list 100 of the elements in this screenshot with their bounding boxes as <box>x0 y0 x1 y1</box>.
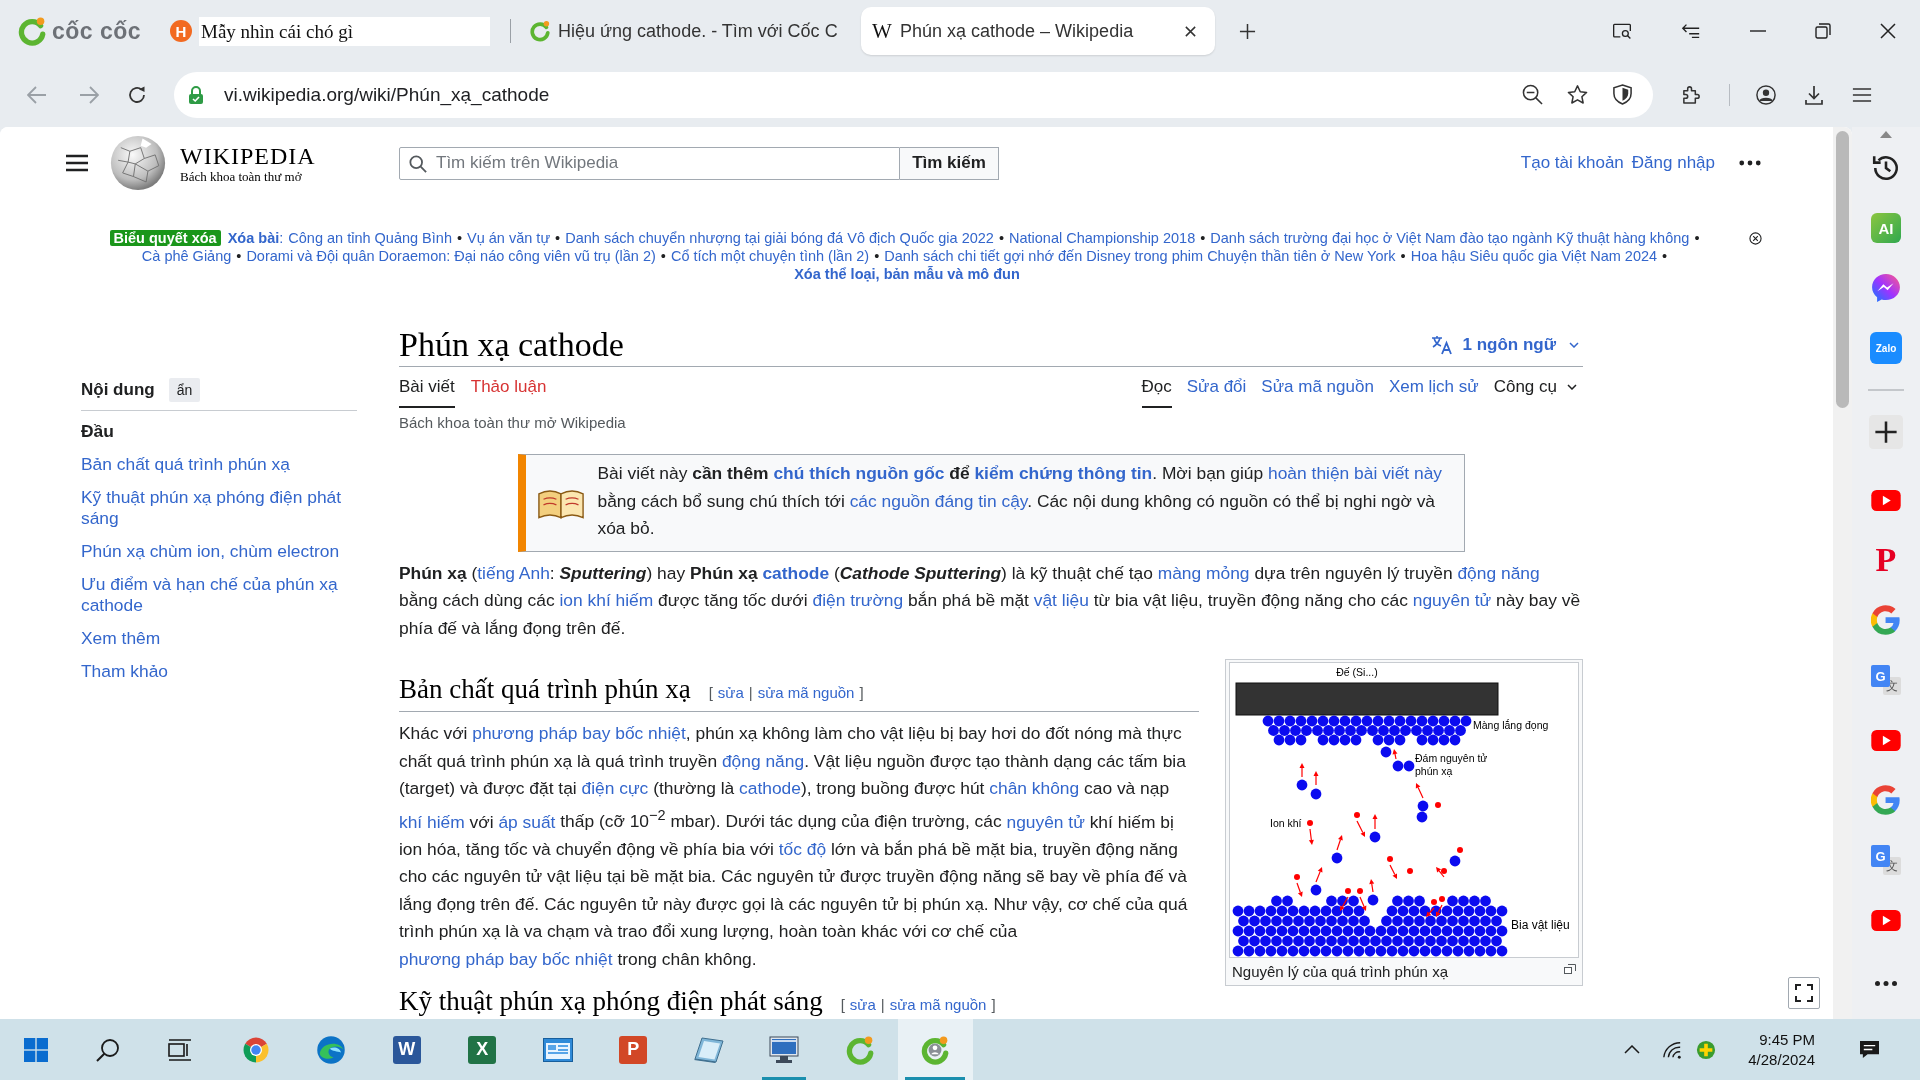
enlarge-icon[interactable] <box>1564 964 1576 974</box>
toc-item[interactable]: Xem thêm <box>81 628 357 649</box>
user-link[interactable]: Đăng nhập <box>1631 153 1715 173</box>
toc-item[interactable]: Bản chất quá trình phún xạ <box>81 454 357 475</box>
article-link[interactable]: động năng <box>721 750 805 771</box>
more-icon[interactable] <box>1875 980 1897 986</box>
article-link[interactable]: động năng <box>1457 562 1540 583</box>
tab-title-field[interactable]: Mẫy nhìn cái chó gì <box>199 16 490 46</box>
hide-button[interactable]: ẩn <box>168 378 201 402</box>
fullscreen-button[interactable] <box>1788 977 1820 1009</box>
add-icon[interactable] <box>1869 415 1903 449</box>
banner-link[interactable]: National Championship 2018 <box>1009 230 1196 246</box>
history-icon[interactable] <box>1871 153 1901 183</box>
banner-link[interactable]: Danh sách chuyển nhượng tại giải bóng đá Vô địch Quốc gia 2022 <box>565 230 994 246</box>
banner-link[interactable]: Công an tỉnh Quảng Bình <box>288 230 452 246</box>
view-tab[interactable]: Đọc <box>1141 367 1172 408</box>
star-icon[interactable] <box>1567 84 1588 105</box>
toc-item[interactable]: Đầu <box>81 421 357 442</box>
user-link[interactable]: Tạo tài khoản <box>1520 153 1624 173</box>
page-tab[interactable]: Thảo luận <box>470 367 547 408</box>
plus-circle-icon[interactable] <box>1696 1039 1717 1060</box>
search-button[interactable]: Tìm kiếm <box>900 146 999 180</box>
browser-tab[interactable]: H Mẫy nhìn cái chó gì <box>160 7 500 55</box>
search-field[interactable]: Tìm kiếm trên Wikipedia <box>399 146 900 180</box>
arrow-lines-icon[interactable] <box>1681 22 1701 40</box>
browser-tab[interactable]: W Phún xạ cathode – Wikipedia <box>861 7 1215 55</box>
article-link[interactable]: khí hiếm <box>399 811 465 832</box>
taskbar-button[interactable]: P <box>595 1019 671 1080</box>
reload-icon[interactable] <box>127 84 147 105</box>
zoom-out-icon[interactable] <box>1522 84 1543 105</box>
screen-search-icon[interactable] <box>1612 22 1632 40</box>
article-link[interactable]: kiểm chứng thông tin <box>974 463 1153 483</box>
more-icon[interactable] <box>1739 160 1761 166</box>
article-link[interactable]: phương pháp bay bốc nhiệt <box>472 723 686 743</box>
wifi-icon[interactable] <box>1662 1039 1683 1060</box>
toc-item[interactable]: Kỹ thuật phún xạ phóng điện phát sáng <box>81 487 357 529</box>
banner-link[interactable]: Hoa hậu Siêu quốc gia Việt Nam 2024 <box>1410 248 1658 264</box>
article-link[interactable]: nguyên tử <box>1006 811 1085 832</box>
article-link[interactable]: vật liệu <box>1033 590 1089 610</box>
messenger-icon[interactable] <box>1871 273 1901 303</box>
article-link[interactable]: màng mỏng <box>1157 562 1250 583</box>
taskbar-button[interactable]: W <box>369 1019 445 1080</box>
article-link[interactable]: tiếng Anh <box>477 562 550 583</box>
language-button[interactable]: 1 ngôn ngữ <box>1431 335 1583 355</box>
close-icon[interactable] <box>1749 232 1762 245</box>
article-link[interactable]: điện cực <box>581 778 649 798</box>
banner-link[interactable]: Cà phê Giảng <box>141 248 232 264</box>
banner-link[interactable]: Vụ án văn tự <box>467 230 551 246</box>
close-icon[interactable] <box>1880 23 1896 39</box>
scrollbar-track[interactable] <box>1833 127 1852 1019</box>
article-link[interactable]: nguyên tử <box>1412 590 1492 610</box>
article-link[interactable]: cathode <box>762 562 830 583</box>
banner-link[interactable]: Xóa thể loại, bản mẫu và mô đun <box>794 266 1020 282</box>
banner-link[interactable]: Danh sách chi tiết gợi nhớ đến Disney trong phim Chuyện thần tiên ở New York <box>884 248 1396 264</box>
page-tab[interactable]: Bài viết <box>399 367 455 408</box>
shield-icon[interactable] <box>1612 84 1633 105</box>
article-link[interactable]: phương pháp bay bốc nhiệt <box>399 948 613 969</box>
edit-link[interactable]: sửa mã nguồn <box>757 678 855 708</box>
taskbar-button[interactable] <box>897 1019 973 1080</box>
scrollbar-thumb[interactable] <box>1836 131 1849 408</box>
edit-link[interactable]: sửa <box>717 678 744 708</box>
video-play-icon[interactable] <box>1871 729 1901 751</box>
banner-link[interactable]: Dorami và Đội quân Doraemon: Đại náo công viên vũ trụ (lần 2) <box>246 248 656 264</box>
wiki-wordmark[interactable]: WIKIPEDIA <box>180 142 316 169</box>
article-link[interactable]: các nguồn đáng tin cậy <box>849 490 1028 511</box>
close-tab-icon[interactable] <box>1184 24 1197 38</box>
article-link[interactable]: điện trường <box>812 590 904 610</box>
banner-link[interactable]: Danh sách trường đại học ở Việt Nam đào tạo ngành Kỹ thuật hàng không <box>1210 230 1690 246</box>
edit-link[interactable]: sửa mã nguồn <box>889 990 987 1019</box>
puzzle-icon[interactable] <box>1681 84 1702 105</box>
clock-time[interactable]: 9:45 PM <box>1759 1029 1815 1050</box>
tools-menu[interactable]: Công cụ <box>1493 367 1577 408</box>
address-field[interactable]: vi.wikipedia.org/wiki/Phún_xạ_cathode <box>174 71 1653 118</box>
article-link[interactable]: chân không <box>989 778 1080 798</box>
article-link[interactable]: tốc độ <box>778 838 827 859</box>
download-icon[interactable] <box>1804 84 1824 105</box>
zalo-chat-icon[interactable]: Zalo <box>1870 332 1902 364</box>
globe-logo-icon[interactable] <box>110 135 166 191</box>
video-play-icon[interactable] <box>1871 909 1901 931</box>
taskbar-button[interactable]: X <box>444 1019 520 1080</box>
article-link[interactable]: ion khí hiếm <box>559 590 654 610</box>
google-icon[interactable] <box>1871 605 1901 635</box>
notification-icon[interactable] <box>1859 1040 1880 1059</box>
profile-icon[interactable] <box>1756 84 1776 105</box>
article-link[interactable]: áp suất <box>498 811 556 832</box>
sputtering-diagram[interactable]: Đế (Si...) Màng lắng đọng Đám nguyên tử phún xạ Ion khí Bia vật liệu <box>1229 662 1579 958</box>
menu-icon[interactable] <box>66 154 88 172</box>
article-link[interactable]: hoàn thiện bài viết này <box>1268 463 1443 483</box>
view-tab[interactable]: Sửa mã nguồn <box>1261 367 1374 408</box>
google-icon[interactable] <box>1871 785 1901 815</box>
pin-letter-icon[interactable]: P <box>1871 545 1901 575</box>
video-play-icon[interactable] <box>1871 489 1901 511</box>
article-link[interactable]: chú thích nguồn gốc <box>773 463 945 483</box>
clock-date[interactable]: 4/28/2024 <box>1748 1049 1815 1070</box>
view-tab[interactable]: Sửa đổi <box>1186 367 1247 408</box>
toc-item[interactable]: Ưu điểm và hạn chế của phún xạ cathode <box>81 574 357 616</box>
edit-link[interactable]: sửa <box>849 990 876 1019</box>
caret-up-icon[interactable] <box>1624 1045 1641 1054</box>
restore-icon[interactable] <box>1815 23 1831 39</box>
view-tab[interactable]: Xem lịch sử <box>1388 367 1479 408</box>
